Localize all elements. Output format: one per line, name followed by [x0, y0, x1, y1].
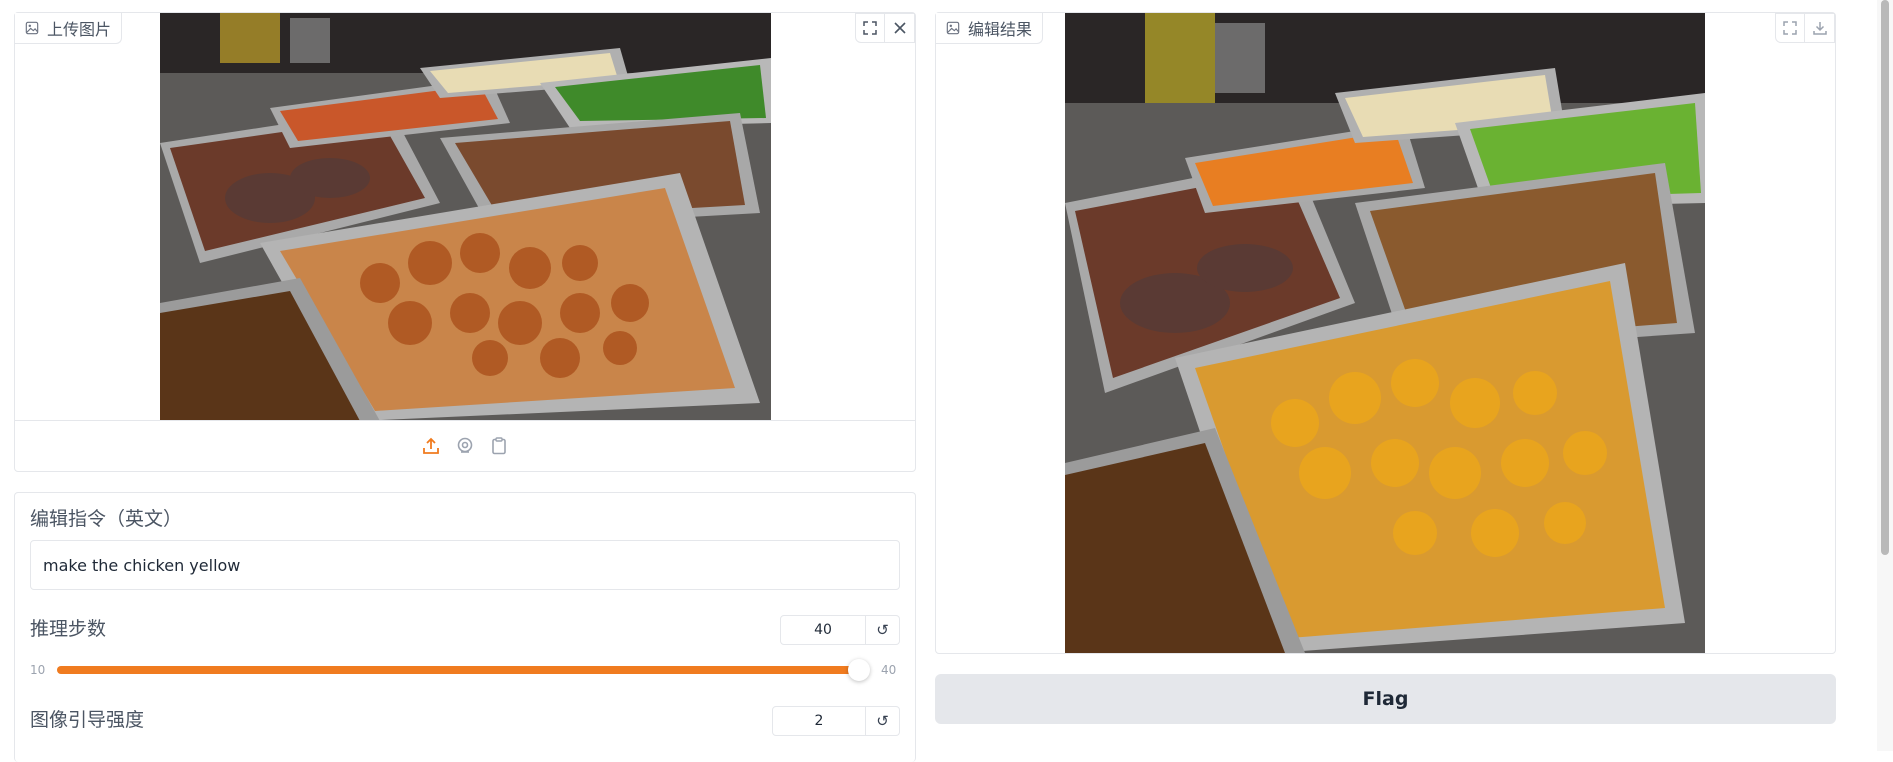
edited-food-tray-image: [1065, 13, 1705, 653]
clipboard-source-button[interactable]: [488, 435, 510, 457]
upload-toolbar: [855, 13, 915, 43]
result-image-label-text: 编辑结果: [968, 20, 1033, 39]
fullscreen-button[interactable]: [855, 13, 885, 43]
upload-source-button[interactable]: [420, 435, 442, 457]
image-icon: [25, 21, 39, 35]
result-fullscreen-button[interactable]: [1775, 13, 1805, 43]
upload-icon: [423, 437, 439, 454]
input-image: [160, 13, 771, 421]
result-image: [1065, 13, 1705, 653]
steps-reset-button[interactable]: ↺: [866, 615, 900, 645]
page-scrollbar-thumb[interactable]: [1881, 0, 1889, 555]
clipboard-icon: [492, 437, 506, 455]
image-icon: [946, 21, 960, 35]
steps-min-label: 10: [30, 663, 46, 677]
result-image-label: 编辑结果: [936, 13, 1044, 44]
steps-slider-thumb[interactable]: [848, 659, 870, 681]
guidance-label: 图像引导强度: [30, 709, 145, 731]
result-image-panel: 编辑结果: [935, 12, 1836, 654]
upload-image-label-text: 上传图片: [47, 20, 112, 39]
download-icon: [1812, 22, 1827, 35]
guidance-number-input[interactable]: 2: [772, 706, 866, 736]
webcam-icon: [457, 437, 473, 453]
instruction-input[interactable]: make the chicken yellow: [30, 540, 900, 590]
fullscreen-icon: [863, 21, 877, 35]
result-toolbar: [1775, 13, 1835, 43]
download-button[interactable]: [1805, 13, 1835, 43]
steps-slider[interactable]: [57, 659, 870, 681]
steps-slider-fill: [57, 666, 859, 674]
clear-image-button[interactable]: [885, 13, 915, 43]
steps-label: 推理步数: [30, 618, 107, 640]
image-source-bar: [15, 420, 915, 471]
upload-image-label: 上传图片: [15, 13, 123, 44]
webcam-source-button[interactable]: [454, 435, 476, 457]
steps-max-label: 40: [881, 663, 897, 677]
flag-button[interactable]: Flag: [935, 674, 1836, 724]
upload-image-panel: 上传图片: [14, 12, 916, 472]
guidance-reset-button[interactable]: ↺: [866, 706, 900, 736]
close-icon: [893, 22, 906, 34]
steps-number-input[interactable]: 40: [780, 615, 866, 645]
page-scrollbar[interactable]: [1877, 0, 1893, 751]
food-tray-image: [160, 13, 771, 421]
fullscreen-icon: [1783, 21, 1797, 35]
instruction-label: 编辑指令（英文）: [30, 508, 183, 530]
